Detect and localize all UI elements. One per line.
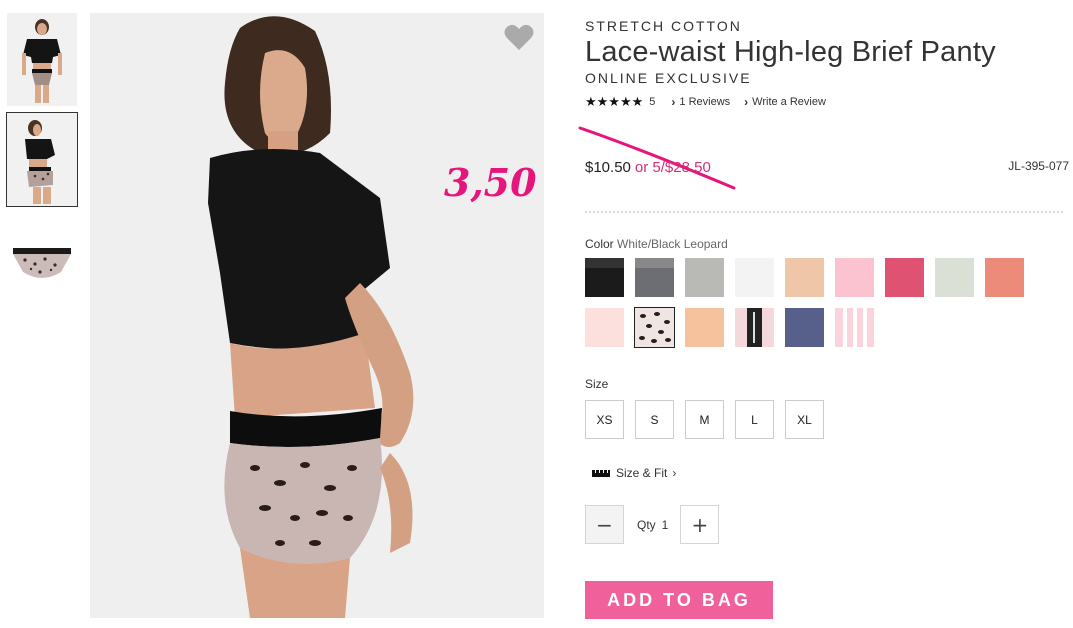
write-review-label: Write a Review	[752, 96, 826, 108]
color-swatch-pink-stripe[interactable]	[835, 308, 874, 347]
thumbnail-flat[interactable]	[7, 234, 77, 294]
thumbnail-back[interactable]	[6, 112, 78, 207]
size-option-s[interactable]: S	[635, 400, 674, 439]
thumbnail-front[interactable]	[7, 13, 77, 106]
price-row: $10.50 or 5/$28.50 JL-395-077	[585, 155, 1069, 179]
product-title: Lace-waist High-leg Brief Panty	[585, 36, 996, 68]
product-details: STRETCH COTTON Lace-waist High-leg Brief…	[585, 18, 1069, 619]
color-swatch-peach-print[interactable]	[685, 308, 724, 347]
size-option-l[interactable]: L	[735, 400, 774, 439]
rating-value: 5	[649, 96, 656, 108]
reviews-link[interactable]: › 1 Reviews	[671, 95, 730, 109]
reviews-link-label: 1 Reviews	[679, 96, 731, 108]
color-swatch-heather-grey[interactable]	[685, 258, 724, 297]
quantity-value: 1	[661, 517, 669, 532]
add-to-bag-button[interactable]: ADD TO BAG	[585, 581, 773, 619]
color-swatch-light-pink[interactable]	[835, 258, 874, 297]
star-rating-icon: ★★★★★	[585, 94, 644, 109]
decrease-quantity-button[interactable]: −	[585, 505, 624, 544]
color-label-text: Color	[585, 237, 614, 251]
color-swatch-hot-pink[interactable]	[885, 258, 924, 297]
size-options: XS S M L XL	[585, 400, 1069, 439]
color-swatch-nude[interactable]	[785, 258, 824, 297]
size-option-xs[interactable]: XS	[585, 400, 624, 439]
main-product-image	[90, 13, 544, 618]
current-price: $10.50	[585, 158, 631, 176]
size-fit-link[interactable]: Size & Fit ›	[592, 466, 1069, 480]
color-swatch-black-lace[interactable]	[585, 258, 624, 297]
size-label: Size	[585, 377, 609, 391]
multi-buy-price: or 5/$28.50	[634, 158, 711, 176]
chevron-right-icon: ›	[671, 95, 676, 109]
quantity-label: Qty 1	[637, 518, 668, 532]
increase-quantity-button[interactable]: +	[680, 505, 720, 544]
divider	[585, 211, 1063, 213]
color-swatch-navy[interactable]	[785, 308, 824, 347]
online-exclusive-label: ONLINE EXCLUSIVE	[585, 70, 752, 86]
write-review-link[interactable]: › Write a Review	[744, 95, 826, 109]
annotation-price: 3,50	[444, 160, 537, 205]
size-fit-label: Size & Fit	[616, 466, 668, 480]
rating-row: ★★★★★ 5 › 1 Reviews › Write a Review	[585, 94, 1069, 110]
favorite-heart-icon[interactable]	[504, 23, 534, 51]
color-swatch-mint-grey[interactable]	[935, 258, 974, 297]
color-swatch-white[interactable]	[735, 258, 774, 297]
color-swatch-blush[interactable]	[585, 308, 624, 347]
chevron-right-icon: ›	[744, 95, 749, 109]
color-swatch-coral[interactable]	[985, 258, 1024, 297]
selected-color-name: White/Black Leopard	[617, 237, 728, 251]
chevron-right-icon: ›	[672, 466, 677, 480]
product-sku: JL-395-077	[1008, 159, 1069, 173]
thumbnail-list	[6, 13, 78, 301]
color-label: Color White/Black Leopard	[585, 237, 1069, 251]
color-swatch-grey-lace[interactable]	[635, 258, 674, 297]
collection-name: STRETCH COTTON	[585, 18, 742, 34]
size-option-xl[interactable]: XL	[785, 400, 824, 439]
color-swatch-black-logo-stripe[interactable]	[735, 308, 774, 347]
color-swatch-white-black-leopard[interactable]	[634, 307, 675, 348]
quantity-stepper: − Qty 1 +	[585, 505, 1069, 544]
size-option-m[interactable]: M	[685, 400, 724, 439]
ruler-icon	[592, 470, 610, 477]
color-swatches	[585, 258, 1065, 348]
quantity-label-text: Qty	[637, 517, 656, 532]
